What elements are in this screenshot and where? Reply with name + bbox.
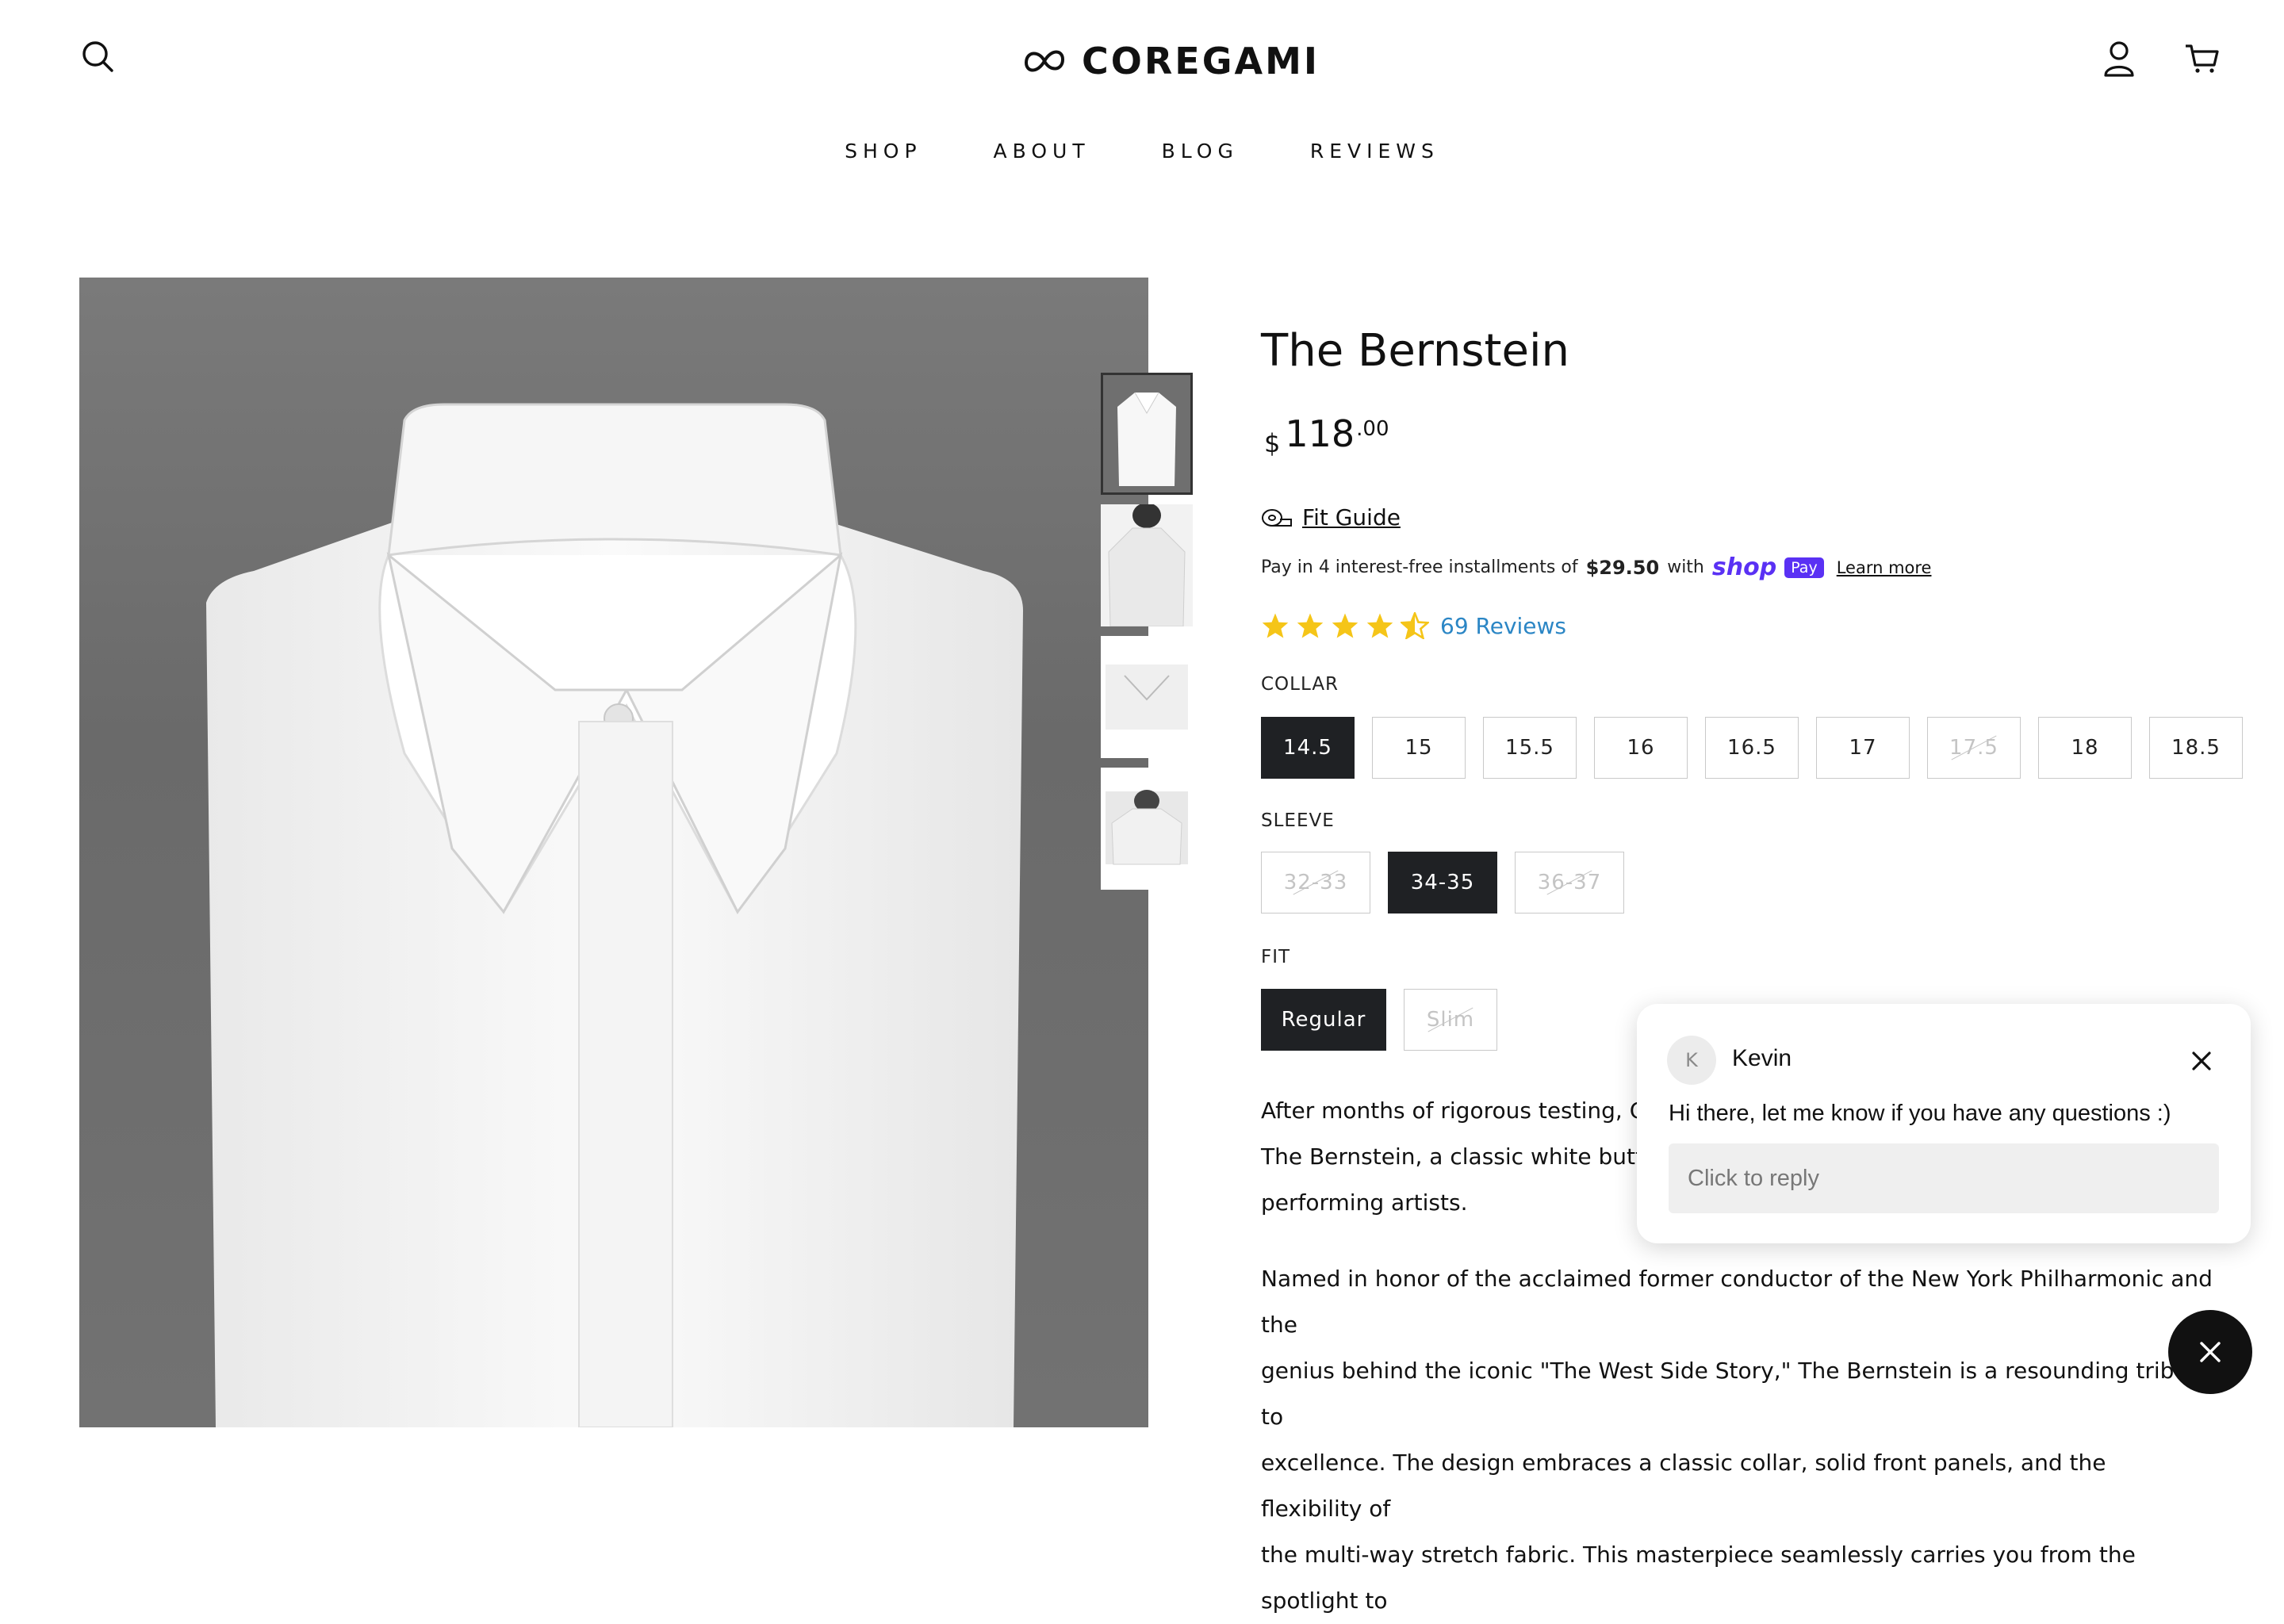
description-line: genius behind the iconic "The West Side … [1261, 1358, 2211, 1430]
collar-option[interactable]: 15 [1372, 717, 1466, 779]
fit-option[interactable]: Slim [1404, 989, 1497, 1051]
nav-shop[interactable]: SHOP [845, 140, 922, 163]
fit-option[interactable]: Regular [1261, 989, 1386, 1051]
nav-blog[interactable]: BLOG [1162, 140, 1239, 163]
search-button[interactable] [76, 35, 119, 78]
price-amount: 118 [1285, 412, 1355, 455]
collar-options: 14.5 15 15.5 16 16.5 17 17.5 18 18.5 [1261, 717, 2243, 779]
product-main-image[interactable] [79, 278, 1148, 1427]
thumbnail-list [1101, 373, 1196, 890]
brand-logo[interactable]: COREGAMI [1023, 33, 1320, 89]
shirt-collar-thumbnail [1101, 636, 1193, 758]
brand-name: COREGAMI [1082, 40, 1320, 82]
collar-option[interactable]: 18 [2038, 717, 2132, 779]
shirt-back-thumbnail [1101, 768, 1193, 890]
chat-message: Hi there, let me know if you have any qu… [1669, 1101, 2171, 1126]
main-nav: SHOP ABOUT BLOG REVIEWS [0, 140, 2284, 163]
star-icon [1332, 613, 1359, 638]
close-icon [2200, 1342, 2221, 1362]
reviews-count-link[interactable]: 69 Reviews [1440, 613, 1566, 639]
nav-about[interactable]: ABOUT [994, 140, 1090, 163]
price-cents: .00 [1356, 417, 1389, 441]
description-line: the multi-way stretch fabric. This maste… [1261, 1542, 2136, 1614]
cart-button[interactable] [2179, 36, 2224, 81]
chat-popup: K Kevin Hi there, let me know if you hav… [1637, 1004, 2251, 1243]
user-icon [2104, 41, 2134, 77]
collar-option[interactable]: 17.5 [1927, 717, 2021, 779]
sleeve-option[interactable]: 34-35 [1388, 852, 1497, 914]
cart-icon [2186, 44, 2219, 73]
star-icon [1366, 613, 1393, 638]
chat-close-button[interactable] [2184, 1044, 2219, 1078]
collar-option[interactable]: 18.5 [2149, 717, 2243, 779]
infinity-knot-icon [1024, 50, 1065, 72]
agent-name: Kevin [1732, 1045, 1792, 1071]
chat-reply-input[interactable]: Click to reply [1669, 1143, 2219, 1213]
star-icon [1262, 613, 1289, 638]
installments-middle: with [1667, 557, 1704, 577]
close-icon [2192, 1051, 2211, 1071]
product-description-2: Named in honor of the acclaimed former c… [1261, 1256, 2213, 1624]
collar-label: COLLAR [1261, 674, 1339, 695]
account-button[interactable] [2097, 36, 2141, 81]
fit-guide-label: Fit Guide [1302, 504, 1401, 530]
shop-pay-installments: Pay in 4 interest-free installments of $… [1261, 553, 1931, 581]
star-icon [1297, 613, 1324, 638]
sleeve-options: 32-33 34-35 36-37 [1261, 852, 1624, 914]
thumbnail-4[interactable] [1101, 768, 1193, 890]
collar-option[interactable]: 17 [1816, 717, 1910, 779]
product-title: The Bernstein [1261, 325, 1569, 377]
installment-amount: $29.50 [1585, 556, 1660, 579]
search-icon [82, 41, 113, 72]
tape-measure-icon [1262, 508, 1292, 527]
learn-more-link[interactable]: Learn more [1837, 558, 1932, 577]
collar-option[interactable]: 16.5 [1705, 717, 1799, 779]
collar-option[interactable]: 16 [1594, 717, 1688, 779]
pay-badge: Pay [1784, 557, 1824, 578]
description-line: excellence. The design embraces a classi… [1261, 1450, 2106, 1522]
white-shirt-image [206, 403, 1023, 1427]
shop-pay-logo: shop [1711, 553, 1777, 581]
fit-guide-link[interactable]: Fit Guide [1261, 504, 1401, 530]
sleeve-option[interactable]: 36-37 [1515, 852, 1624, 914]
thumbnail-1[interactable] [1101, 373, 1193, 495]
product-rating[interactable]: 69 Reviews [1261, 612, 1566, 639]
installments-prefix: Pay in 4 interest-free installments of [1261, 557, 1578, 577]
chat-toggle-button[interactable] [2168, 1310, 2252, 1394]
collar-option[interactable]: 15.5 [1483, 717, 1577, 779]
shirt-model-thumbnail [1101, 504, 1193, 626]
half-star-icon [1401, 612, 1429, 639]
sleeve-option[interactable]: 32-33 [1261, 852, 1370, 914]
agent-avatar: K [1667, 1036, 1716, 1085]
sleeve-label: SLEEVE [1261, 810, 1335, 831]
fit-label: FIT [1261, 947, 1291, 967]
thumbnail-3[interactable] [1101, 636, 1193, 758]
fit-options: Regular Slim [1261, 989, 1497, 1051]
description-line: Named in honor of the acclaimed former c… [1261, 1266, 2213, 1338]
shirt-front-thumbnail [1103, 375, 1190, 492]
collar-option[interactable]: 14.5 [1261, 717, 1355, 779]
product-price: $ 118 .00 [1264, 412, 1389, 458]
nav-reviews[interactable]: REVIEWS [1310, 140, 1439, 163]
thumbnail-2[interactable] [1101, 504, 1193, 626]
price-currency: $ [1264, 428, 1281, 458]
